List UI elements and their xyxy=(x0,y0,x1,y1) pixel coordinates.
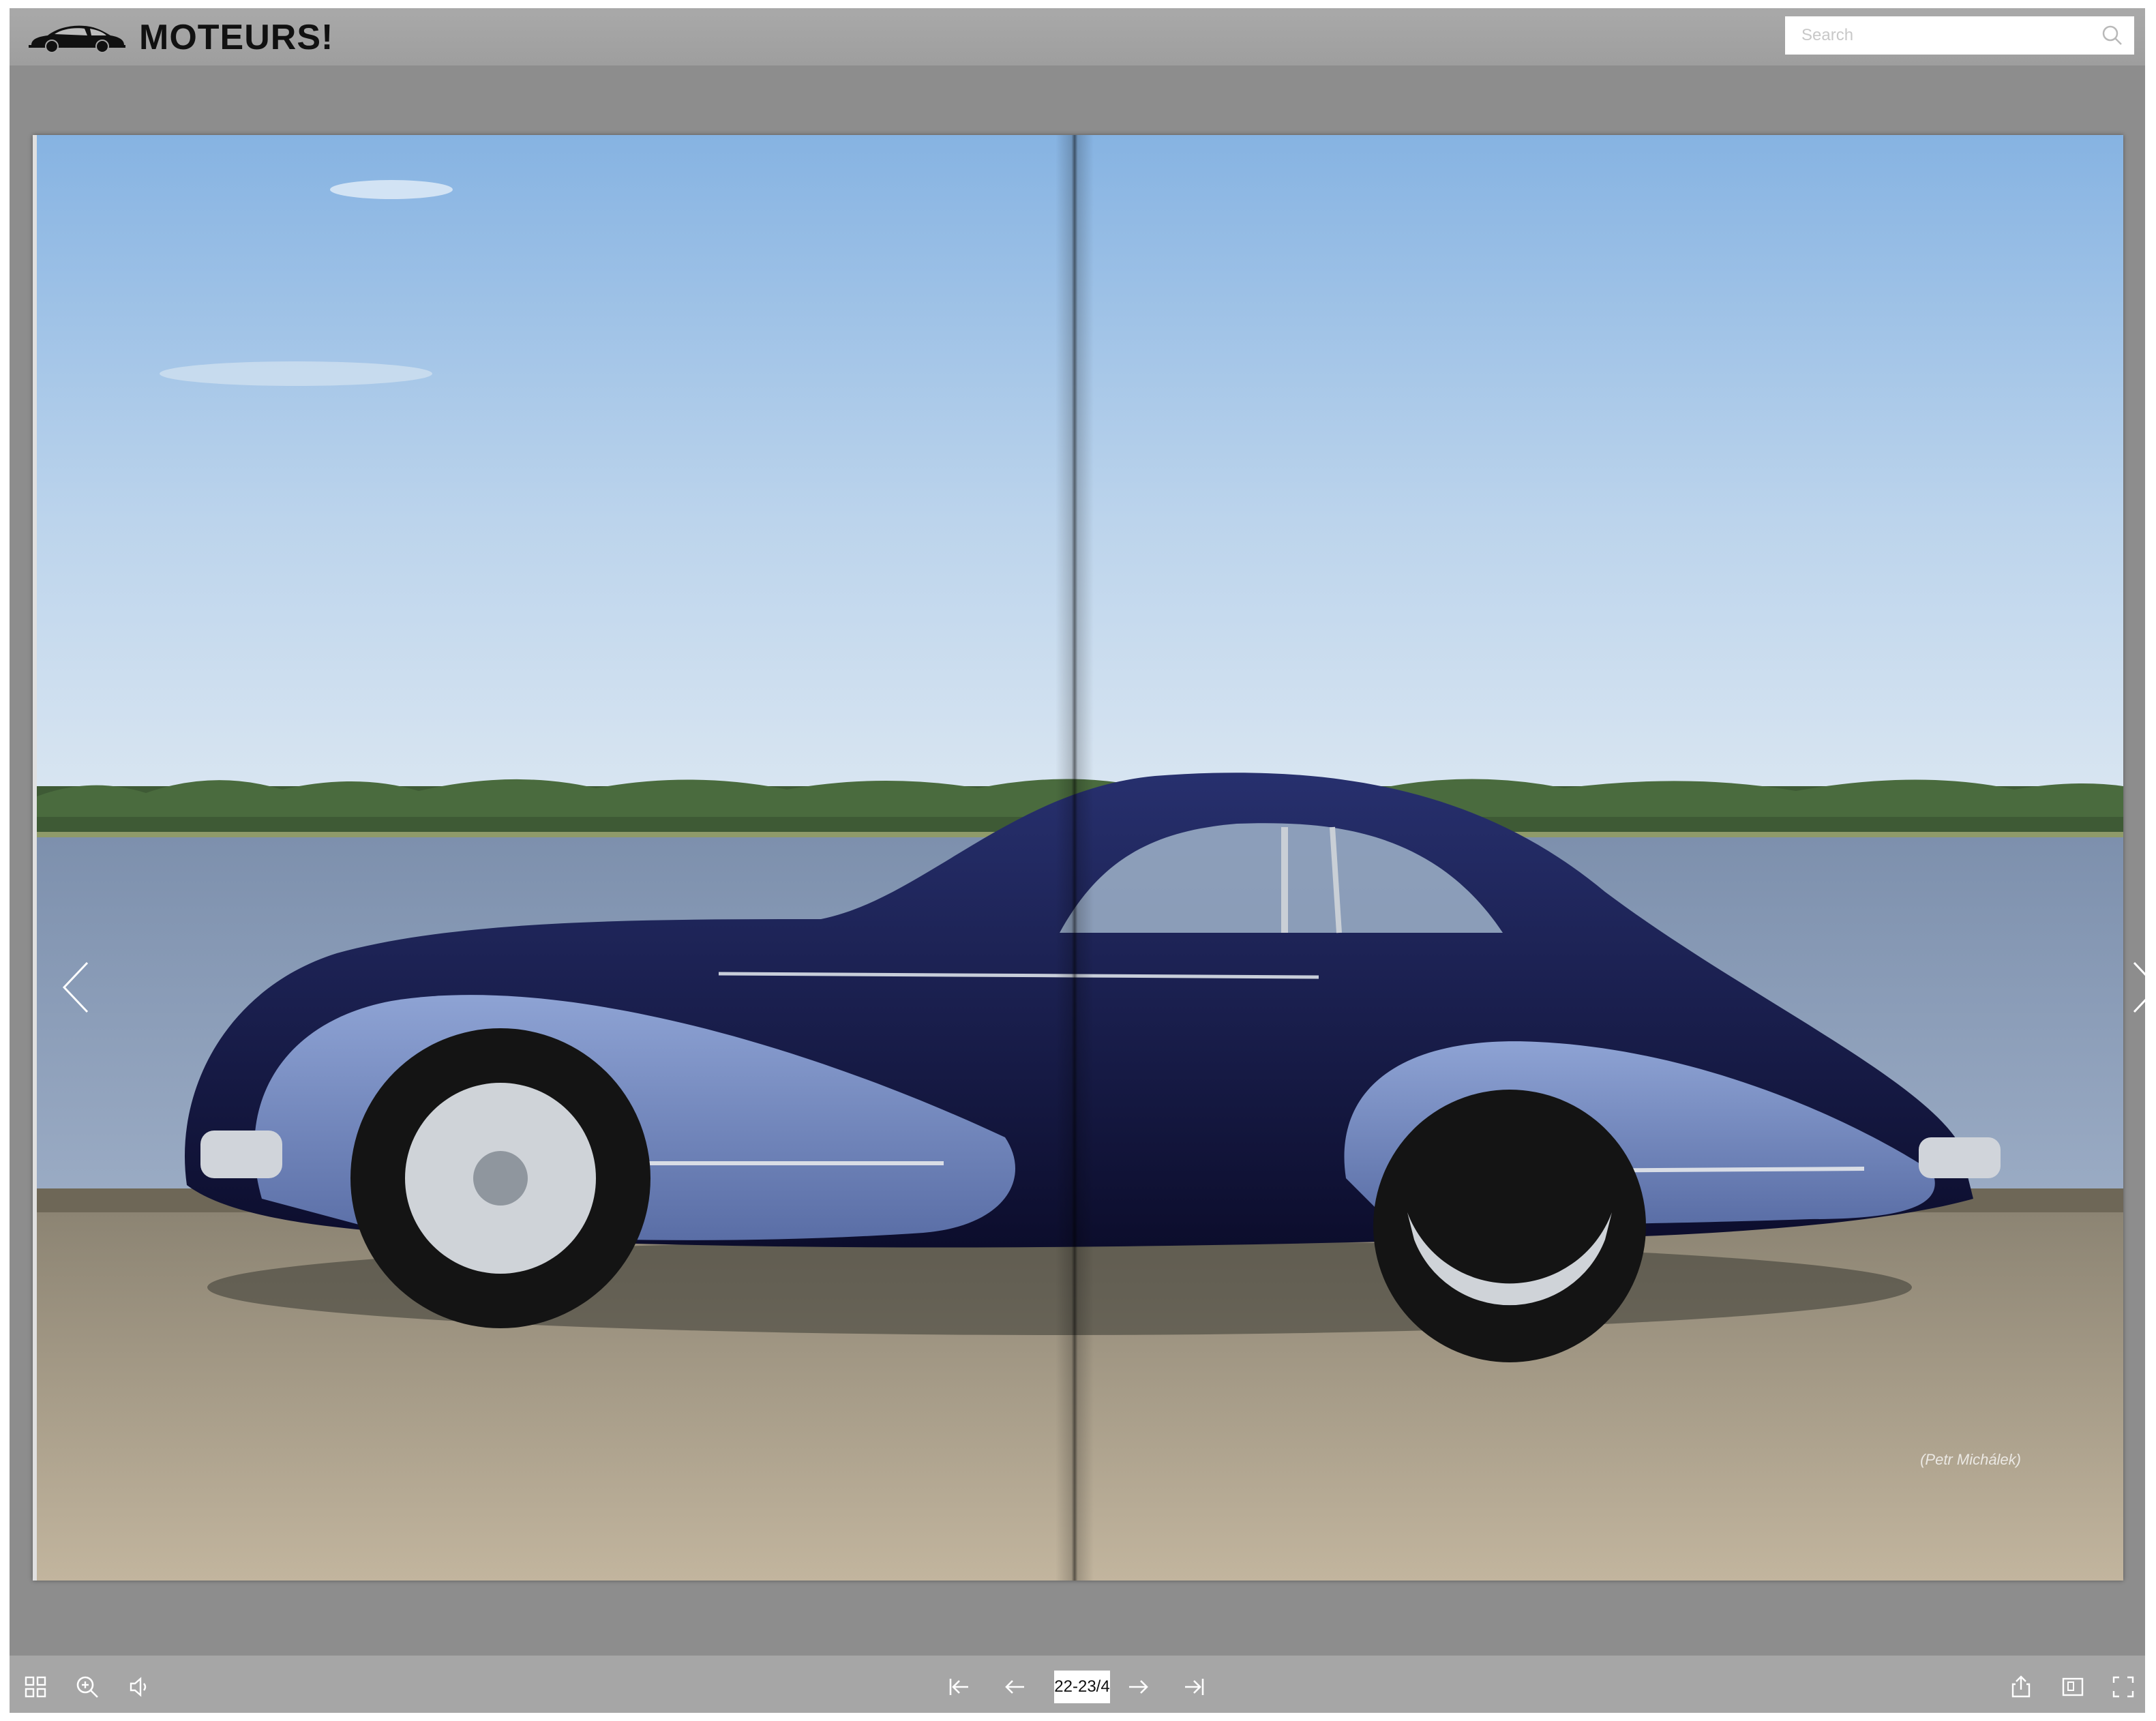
car-photo-right-half xyxy=(1073,135,2123,1581)
page-gutter xyxy=(1055,135,1094,1581)
next-page-icon[interactable] xyxy=(1125,1673,1152,1701)
search-input[interactable] xyxy=(1800,25,2103,46)
page-number-input[interactable] xyxy=(1054,1671,1110,1703)
brand-name: MOTEURS! xyxy=(139,18,334,57)
magazine-spread: (Petr Michálek) xyxy=(33,135,2145,1581)
bottom-toolbar xyxy=(10,1656,2145,1713)
brand-logo[interactable]: MOTEURS! xyxy=(27,18,333,57)
vintage-car-logo-icon xyxy=(29,25,125,53)
thumbnails-grid-icon[interactable] xyxy=(22,1673,49,1701)
toggle-layout-icon[interactable] xyxy=(2059,1673,2086,1701)
first-page-icon[interactable] xyxy=(945,1673,972,1701)
fullscreen-icon[interactable] xyxy=(2110,1673,2137,1701)
last-page-icon[interactable] xyxy=(1181,1673,1208,1701)
page-right[interactable]: (Petr Michálek) xyxy=(1073,135,2123,1581)
chevron-right-icon[interactable] xyxy=(2123,953,2145,1021)
zoom-in-icon[interactable] xyxy=(74,1673,101,1701)
car-photo-left-half xyxy=(37,135,1073,1581)
reader-frame: MOTEURS! Search (Petr Michálek) 22-23/4 xyxy=(10,8,2145,1713)
search-icon[interactable] xyxy=(2100,23,2125,48)
top-bar: MOTEURS! xyxy=(10,8,2145,65)
previous-page-icon[interactable] xyxy=(1001,1673,1028,1701)
search-box[interactable] xyxy=(1785,16,2134,55)
share-icon[interactable] xyxy=(2007,1673,2035,1701)
page-left[interactable] xyxy=(37,135,1073,1581)
photo-credit: (Petr Michálek) xyxy=(1920,1451,2021,1468)
sound-icon[interactable] xyxy=(125,1673,153,1701)
chevron-left-icon[interactable] xyxy=(57,953,98,1021)
